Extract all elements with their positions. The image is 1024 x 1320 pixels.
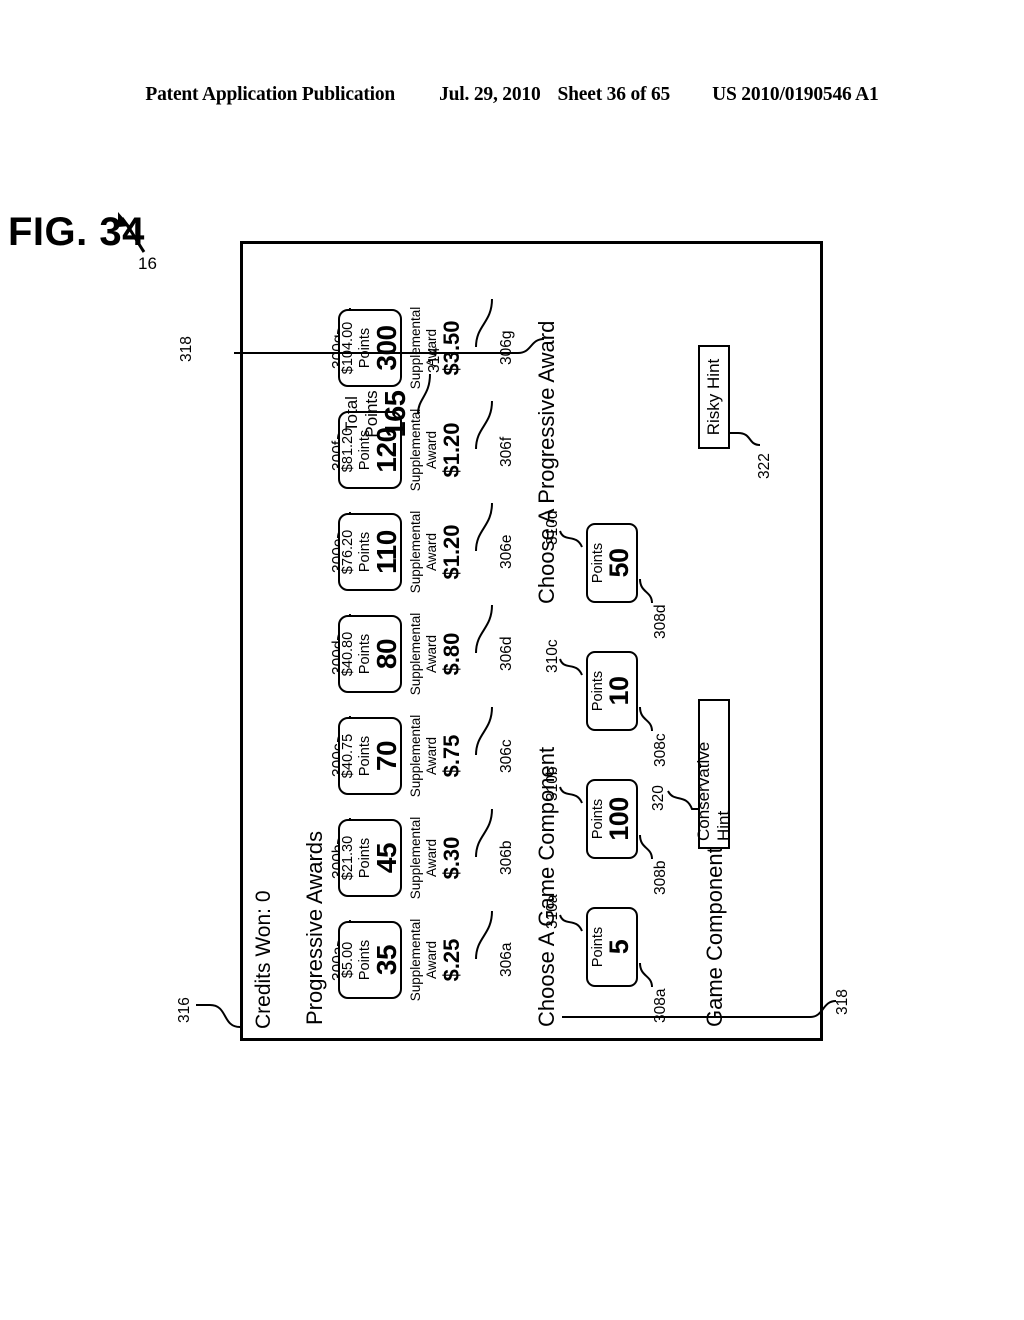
leader-line-308a xyxy=(639,962,653,988)
game-component-box-310c[interactable]: Points 10 xyxy=(586,651,638,731)
progressive-award-box-300d[interactable]: $40.80 Points 80 xyxy=(338,615,402,693)
game-component-box-310a[interactable]: Points 5 xyxy=(586,907,638,987)
game-component-box-310d[interactable]: Points 50 xyxy=(586,523,638,603)
progressive-award-points-value: 35 xyxy=(370,944,402,976)
progressive-award-points-value: 45 xyxy=(370,842,402,874)
ref-label-306b: 306b xyxy=(498,840,515,875)
risky-hint-button[interactable]: Risky Hint xyxy=(698,345,730,449)
ref-label-16: 16 xyxy=(138,254,157,273)
supplemental-award-value: $1.20 xyxy=(439,422,465,478)
supplemental-award-value: $.30 xyxy=(439,836,465,880)
progressive-award-amount: $5.00 xyxy=(340,941,357,979)
game-component-points-value: 50 xyxy=(604,548,635,578)
supplemental-award-line2: Award xyxy=(423,940,439,980)
ref-label-310b: 310b xyxy=(544,766,561,801)
supplemental-award-306f: Supplemental Award $1.20 xyxy=(408,404,465,496)
leader-line-320 xyxy=(667,790,698,810)
leader-line-310c xyxy=(559,658,583,676)
ref-label-316: 316 xyxy=(176,997,193,1023)
ref-label-318-bottom: 318 xyxy=(834,989,851,1015)
progressive-award-box-300b[interactable]: $21.30 Points 45 xyxy=(338,819,402,897)
supplemental-award-value: $.25 xyxy=(439,938,465,982)
patent-number: US 2010/0190546 A1 xyxy=(712,84,879,105)
game-components-title: Game Components xyxy=(702,836,727,1027)
supplemental-award-306e: Supplemental Award $1.20 xyxy=(408,506,465,598)
total-points-block: Total Points 165 xyxy=(342,359,412,469)
progressive-award-points-value: 70 xyxy=(370,740,402,772)
game-component-points-value: 100 xyxy=(604,797,635,841)
supplemental-award-line1: Supplemental xyxy=(408,816,423,900)
ref-label-308b: 308b xyxy=(652,860,669,895)
ref-label-310c: 310c xyxy=(544,639,561,673)
leader-line-322 xyxy=(730,432,761,446)
ref-label-310d: 310d xyxy=(544,510,561,545)
progressive-award-amount: $40.80 xyxy=(340,631,357,677)
sheet-number: Sheet 36 of 65 xyxy=(557,84,671,105)
leader-line-310d xyxy=(559,530,583,548)
conservative-hint-button[interactable]: Conservative Hint xyxy=(694,699,733,849)
supplemental-award-306a: Supplemental Award $.25 xyxy=(408,914,465,1006)
leader-line-318-top xyxy=(234,338,545,354)
supplemental-award-306c: Supplemental Award $.75 xyxy=(408,710,465,802)
total-points-line1: Total xyxy=(342,396,361,432)
leader-line-308d xyxy=(639,578,653,604)
progressive-awards-title: Progressive Awards xyxy=(302,830,327,1025)
credits-won-label: Credits Won: 0 xyxy=(252,890,275,1030)
supplemental-award-line2: Award xyxy=(423,634,439,674)
progressive-award-box-300c[interactable]: $40.75 Points 70 xyxy=(338,717,402,795)
ref-label-308a: 308a xyxy=(652,988,669,1023)
publication-date: Jul. 29, 2010 xyxy=(439,84,541,105)
supplemental-award-line1: Supplemental xyxy=(408,510,423,594)
leader-line-310b xyxy=(559,786,583,804)
supplemental-award-line1: Supplemental xyxy=(408,918,423,1002)
progressive-award-amount: $21.30 xyxy=(340,835,357,881)
supplemental-award-line2: Award xyxy=(423,532,439,572)
leader-line-308c xyxy=(639,706,653,732)
ref-label-306c: 306c xyxy=(498,739,515,773)
supplemental-award-line2: Award xyxy=(423,838,439,878)
choose-progressive-award-label: Choose A Progressive Award xyxy=(534,320,559,604)
leader-line-308b xyxy=(639,834,653,860)
ref-label-308d: 308d xyxy=(652,604,669,639)
progressive-award-box-300e[interactable]: $76.20 Points 110 xyxy=(338,513,402,591)
total-points-line2: Points xyxy=(361,390,381,438)
supplemental-award-value: $1.20 xyxy=(439,524,465,580)
ref-label-314: 314 xyxy=(426,347,443,373)
ref-label-306f: 306f xyxy=(498,436,515,467)
ref-label-306e: 306e xyxy=(498,534,515,569)
leader-line-310a xyxy=(559,914,583,932)
device-arrow-16 xyxy=(118,212,146,253)
ref-label-306a: 306a xyxy=(498,942,515,977)
supplemental-award-line2: Award xyxy=(423,430,439,470)
supplemental-award-line1: Supplemental xyxy=(408,714,423,798)
ref-label-306d: 306d xyxy=(498,636,515,671)
progressive-award-amount: $76.20 xyxy=(340,529,357,575)
progressive-award-points-value: 80 xyxy=(370,638,402,670)
risky-hint-label: Risky Hint xyxy=(704,358,723,436)
ref-label-318-top: 318 xyxy=(178,336,195,362)
progressive-award-points-value: 110 xyxy=(370,530,402,574)
game-component-points-value: 5 xyxy=(604,939,635,955)
ref-label-310a: 310a xyxy=(544,894,561,929)
supplemental-award-value: $.80 xyxy=(439,632,465,676)
page-header: Patent Application Publication Jul. 29, … xyxy=(0,84,1024,106)
supplemental-award-line1: Supplemental xyxy=(408,612,423,696)
publication-label: Patent Application Publication xyxy=(145,84,396,105)
game-component-box-310b[interactable]: Points 100 xyxy=(586,779,638,859)
supplemental-award-306d: Supplemental Award $.80 xyxy=(408,608,465,700)
ref-label-308c: 308c xyxy=(652,733,669,767)
ref-label-322: 322 xyxy=(756,453,773,479)
leader-line-316 xyxy=(196,1004,241,1028)
supplemental-award-line2: Award xyxy=(423,736,439,776)
figure-34: 316 Credits Won: 0 Progressive Awards 30… xyxy=(176,221,851,1059)
supplemental-award-306b: Supplemental Award $.30 xyxy=(408,812,465,904)
total-points-value: 165 xyxy=(380,390,413,438)
progressive-award-box-300a[interactable]: $5.00 Points 35 xyxy=(338,921,402,999)
ref-label-320: 320 xyxy=(650,785,667,811)
game-component-points-value: 10 xyxy=(604,676,635,706)
supplemental-award-value: $.75 xyxy=(439,734,465,778)
progressive-award-amount: $40.75 xyxy=(340,733,357,779)
